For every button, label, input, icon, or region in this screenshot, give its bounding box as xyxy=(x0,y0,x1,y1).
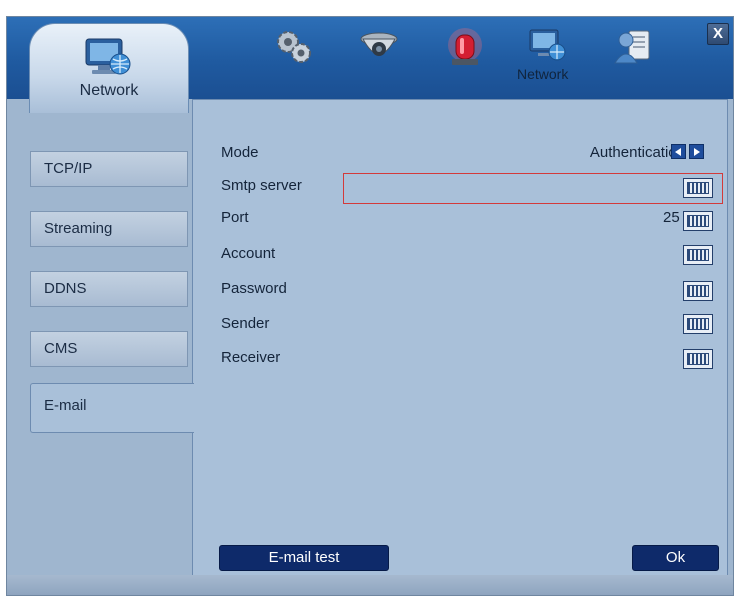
alarm-icon[interactable] xyxy=(443,25,487,69)
receiver-label: Receiver xyxy=(221,349,281,366)
port-label: Port xyxy=(221,209,249,226)
network-caption: Network xyxy=(517,66,569,82)
email-test-button[interactable]: E-mail test xyxy=(219,545,389,571)
password-keyboard-icon[interactable] xyxy=(683,281,713,301)
port-value[interactable]: 25 xyxy=(663,209,680,226)
account-label: Account xyxy=(221,245,276,262)
smtp-server-input[interactable] xyxy=(343,173,723,204)
sidebar-item-email[interactable]: E-mail xyxy=(30,383,194,433)
sidebar-item-streaming[interactable]: Streaming xyxy=(30,211,188,247)
network-settings-window: Network Network X TCP/IP Streaming DDNS … xyxy=(6,16,734,596)
camera-icon[interactable] xyxy=(357,25,401,69)
sender-keyboard-icon[interactable] xyxy=(683,314,713,334)
sidebar-item-ddns[interactable]: DDNS xyxy=(30,271,188,307)
mode-prev-arrow-icon[interactable] xyxy=(671,144,686,159)
smtp-keyboard-icon[interactable] xyxy=(683,178,713,198)
ok-button[interactable]: Ok xyxy=(632,545,719,571)
account-keyboard-icon[interactable] xyxy=(683,245,713,265)
mode-label: Mode xyxy=(221,144,259,161)
network-icon xyxy=(82,36,134,80)
footer-bar xyxy=(7,575,733,595)
sender-label: Sender xyxy=(221,315,270,332)
receiver-keyboard-icon[interactable] xyxy=(683,349,713,369)
gears-icon[interactable] xyxy=(271,25,315,69)
close-button[interactable]: X xyxy=(707,23,729,45)
network-icon[interactable] xyxy=(527,25,571,69)
sidebar-item-cms[interactable]: CMS xyxy=(30,331,188,367)
smtp-server-label: Smtp server xyxy=(221,177,302,194)
user-icon[interactable] xyxy=(611,25,655,69)
password-label: Password xyxy=(221,280,287,297)
top-toolbar: Network Network X xyxy=(7,17,733,113)
sidebar: TCP/IP Streaming DDNS CMS E-mail xyxy=(7,99,194,597)
tab-network-label: Network xyxy=(79,82,139,99)
port-keyboard-icon[interactable] xyxy=(683,211,713,231)
sidebar-item-tcpip[interactable]: TCP/IP xyxy=(30,151,188,187)
email-settings-panel: Mode Authentication Smtp server Port 25 … xyxy=(192,99,728,577)
mode-next-arrow-icon[interactable] xyxy=(689,144,704,159)
